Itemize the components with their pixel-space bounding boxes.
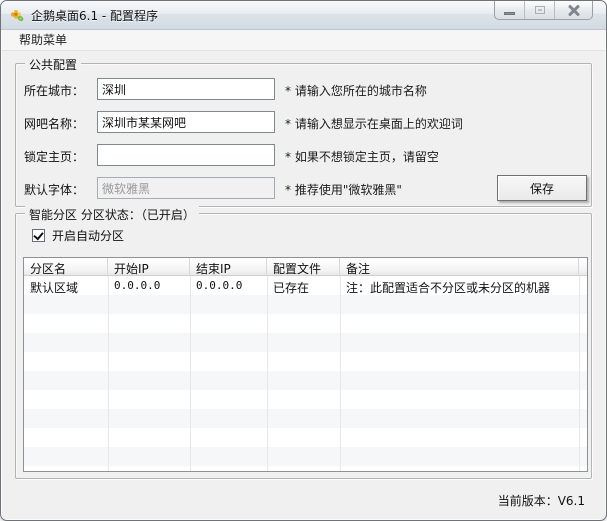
col-header-filler [579, 258, 587, 275]
cafe-name-input[interactable] [97, 111, 275, 133]
group-partition: 智能分区 分区状态：（已开启） 开启自动分区 分区名 开始IP 结束IP 配置文… [15, 206, 592, 479]
maximize-icon [534, 6, 545, 14]
homepage-hint: * 如果不想锁定主页，请留空 [285, 150, 439, 164]
minimize-icon [504, 11, 516, 15]
save-button[interactable]: 保存 [497, 175, 587, 201]
auto-partition-label: 开启自动分区 [52, 228, 125, 243]
group-partition-title: 智能分区 分区状态：（已开启） [25, 206, 199, 223]
maximize-button[interactable] [524, 1, 554, 19]
col-header-start-ip[interactable]: 开始IP [108, 258, 190, 275]
auto-partition-checkbox[interactable]: 开启自动分区 [32, 227, 124, 243]
cafe-name-hint: * 请输入想显示在桌面上的欢迎词 [285, 117, 463, 131]
city-input[interactable] [97, 78, 275, 100]
client-area: 公共配置 所在城市： * 请输入您所在的城市名称 网吧名称： * 请输入想显示在… [2, 52, 605, 519]
form-row-city: 所在城市： * 请输入您所在的城市名称 [16, 78, 591, 102]
close-button[interactable] [554, 1, 592, 19]
homepage-label: 锁定主页： [24, 150, 85, 164]
version-status: 当前版本：V6.1 [497, 494, 585, 508]
homepage-input[interactable] [97, 144, 275, 166]
col-header-end-ip[interactable]: 结束IP [190, 258, 267, 275]
cell-end-ip: 0.0.0.0 [196, 279, 243, 292]
cell-remark: 注：此配置适合不分区或未分区的机器 [346, 281, 551, 295]
table-row[interactable]: 默认区域 0.0.0.0 0.0.0.0 已存在 注：此配置适合不分区或未分区的… [24, 276, 587, 295]
form-row-homepage: 锁定主页： * 如果不想锁定主页，请留空 [16, 144, 591, 168]
partition-table-header: 分区名 开始IP 结束IP 配置文件 备注 [24, 258, 587, 276]
app-flower-icon [10, 9, 24, 22]
menu-help[interactable]: 帮助菜单 [2, 29, 77, 51]
font-input [97, 177, 275, 199]
cell-config-file: 已存在 [273, 281, 310, 295]
cell-partition-name: 默认区域 [30, 281, 79, 295]
form-row-cafe-name: 网吧名称： * 请输入想显示在桌面上的欢迎词 [16, 111, 591, 135]
app-window: 企鹅桌面6.1 - 配置程序 帮助菜单 公共配置 所在城市： * 请输入您所在的… [0, 0, 607, 521]
window-controls [494, 1, 593, 20]
group-common-config: 公共配置 所在城市： * 请输入您所在的城市名称 网吧名称： * 请输入想显示在… [15, 56, 592, 207]
font-hint: * 推荐使用"微软雅黑" [285, 183, 402, 197]
close-icon [568, 4, 580, 16]
checkbox-checked-icon [32, 228, 45, 242]
col-header-remark[interactable]: 备注 [340, 258, 579, 275]
cell-start-ip: 0.0.0.0 [114, 279, 161, 292]
partition-table[interactable]: 分区名 开始IP 结束IP 配置文件 备注 默认区域 0.0.0.0 0.0.0… [23, 257, 588, 472]
table-gridlines [24, 276, 587, 471]
cafe-name-label: 网吧名称： [24, 117, 85, 131]
minimize-button[interactable] [495, 1, 524, 19]
city-label: 所在城市： [24, 84, 85, 98]
menu-bar: 帮助菜单 [2, 30, 605, 51]
city-hint: * 请输入您所在的城市名称 [285, 84, 427, 98]
col-header-partition-name[interactable]: 分区名 [24, 258, 108, 275]
col-header-config-file[interactable]: 配置文件 [267, 258, 340, 275]
window-title: 企鹅桌面6.1 - 配置程序 [31, 8, 159, 23]
group-common-title: 公共配置 [25, 56, 82, 73]
font-label: 默认字体： [24, 183, 85, 197]
